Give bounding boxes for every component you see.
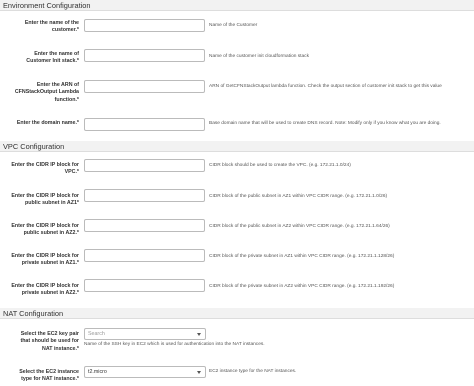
chevron-down-icon: [197, 333, 201, 336]
domain-name-label: Enter the domain name.*: [16, 120, 79, 126]
public-subnet-az1-description: CIDR block of the public subnet in AZ1 w…: [209, 194, 388, 199]
ec2-key-pair-placeholder: Search: [88, 331, 105, 337]
ec2-instance-type-label: Select the EC2 instance type for NAT ins…: [19, 369, 79, 383]
section-vpc-configuration: VPC Configuration: [0, 141, 474, 152]
ec2-key-pair-label: Select the EC2 key pair that should be u…: [20, 331, 79, 352]
customer-init-stack-input[interactable]: [84, 49, 205, 62]
section-environment-configuration: Environment Configuration: [0, 0, 474, 11]
lambda-arn-input[interactable]: [84, 80, 205, 93]
vpc-cidr-label: Enter the CIDR IP block for VPC.*: [11, 162, 79, 176]
customer-name-label: Enter the name of the customer.*: [24, 20, 79, 34]
ec2-instance-type-value: t2.micro: [88, 369, 107, 375]
customer-name-description: Name of the Customer: [209, 23, 258, 28]
public-subnet-az2-description: CIDR block of the public subnet in AZ2 w…: [209, 224, 390, 229]
ec2-key-pair-description: Name of the SSH key in EC2 which is used…: [84, 342, 265, 347]
ec2-instance-type-select[interactable]: t2.micro: [84, 366, 206, 378]
public-subnet-az2-label: Enter the CIDR IP block for public subne…: [11, 223, 79, 237]
lambda-arn-description: ARN of GetCFNStackOutput lambda function…: [209, 84, 442, 89]
ec2-key-pair-select[interactable]: Search: [84, 328, 206, 340]
customer-init-stack-description: Name of the customer init cloudformation…: [209, 54, 309, 59]
vpc-cidr-description: CIDR block should be used to create the …: [209, 163, 351, 168]
domain-name-description: Base domain name that will be used to cr…: [209, 121, 441, 126]
vpc-cidr-input[interactable]: [84, 159, 205, 172]
private-subnet-az1-input[interactable]: [84, 249, 205, 262]
public-subnet-az1-input[interactable]: [84, 189, 205, 202]
customer-init-stack-label: Enter the name of Customer Init stack.*: [26, 51, 79, 65]
private-subnet-az2-description: CIDR block of the private subnet in AZ2 …: [209, 284, 395, 289]
public-subnet-az2-input[interactable]: [84, 219, 205, 232]
section-nat-configuration: NAT Configuration: [0, 308, 474, 319]
ec2-instance-type-description: EC2 instance type for the NAT instances.: [209, 369, 297, 374]
domain-name-input[interactable]: [84, 118, 205, 131]
customer-name-input[interactable]: [84, 19, 205, 32]
private-subnet-az2-label: Enter the CIDR IP block for private subn…: [11, 283, 79, 297]
private-subnet-az1-description: CIDR block of the private subnet in AZ1 …: [209, 254, 395, 259]
private-subnet-az2-input[interactable]: [84, 279, 205, 292]
public-subnet-az1-label: Enter the CIDR IP block for public subne…: [11, 193, 79, 207]
lambda-arn-label: Enter the ARN of CFNStackOutput Lambda f…: [14, 82, 79, 103]
private-subnet-az1-label: Enter the CIDR IP block for private subn…: [11, 253, 79, 267]
chevron-down-icon: [197, 371, 201, 374]
